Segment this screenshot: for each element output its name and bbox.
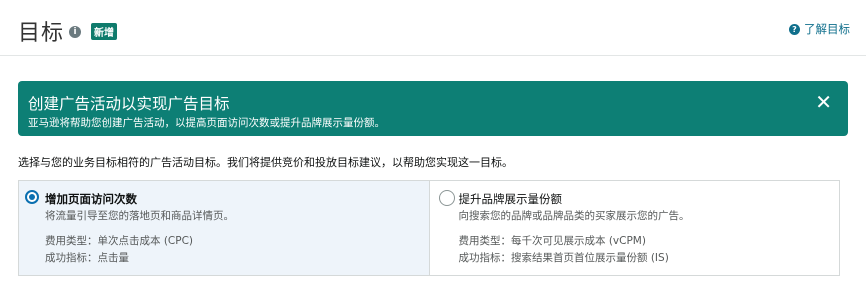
goal-option-impression-share[interactable]: 提升品牌展示量份额 向搜索您的品牌或品牌品类的买家展示您的广告。 费用类型：每千… xyxy=(430,181,840,275)
goal-cost-type: 费用类型：单次点击成本 (CPC) xyxy=(45,235,194,247)
info-banner: 创建广告活动以实现广告目标 亚马逊将帮助您创建广告活动，以提高页面访问次数或提升… xyxy=(18,81,848,136)
new-badge: 新增 xyxy=(91,22,118,40)
goal-option-page-visits[interactable]: 增加页面访问次数 将流量引导至您的落地页和商品详情页。 费用类型：单次点击成本 … xyxy=(19,181,430,275)
info-icon[interactable]: i xyxy=(69,26,82,38)
learn-goals-label: 了解目标 xyxy=(804,22,850,36)
banner-title: 创建广告活动以实现广告目标 xyxy=(28,95,230,113)
goal-options: 增加页面访问次数 将流量引导至您的落地页和商品详情页。 费用类型：单次点击成本 … xyxy=(18,180,840,276)
goal-success-metric: 成功指标：搜索结果首页首位展示量份额 (IS) xyxy=(458,252,669,264)
goal-title: 提升品牌展示量份额 xyxy=(458,192,563,206)
close-icon[interactable]: ✕ xyxy=(815,92,832,112)
goal-success-metric: 成功指标：点击量 xyxy=(45,252,129,264)
goal-description: 将流量引导至您的落地页和商品详情页。 xyxy=(45,210,234,222)
page-title: 目标 xyxy=(18,21,65,46)
help-icon: ? xyxy=(789,23,800,35)
instruction-text: 选择与您的业务目标相符的广告活动目标。我们将提供竞价和投放目标建议，以帮助您实现… xyxy=(18,156,513,169)
goal-title: 增加页面访问次数 xyxy=(45,192,137,206)
learn-goals-link[interactable]: ? 了解目标 xyxy=(789,21,850,37)
goal-description: 向搜索您的品牌或品牌品类的买家展示您的广告。 xyxy=(458,210,690,222)
goal-cost-type: 费用类型：每千次可见展示成本 (vCPM) xyxy=(458,235,646,247)
header-divider xyxy=(0,55,866,56)
banner-subtitle: 亚马逊将帮助您创建广告活动，以提高页面访问次数或提升品牌展示量份额。 xyxy=(28,117,385,129)
radio-selected-icon[interactable] xyxy=(25,190,39,204)
radio-unselected-icon[interactable] xyxy=(438,190,455,206)
page-header: 目标 i 新增 xyxy=(18,14,118,48)
